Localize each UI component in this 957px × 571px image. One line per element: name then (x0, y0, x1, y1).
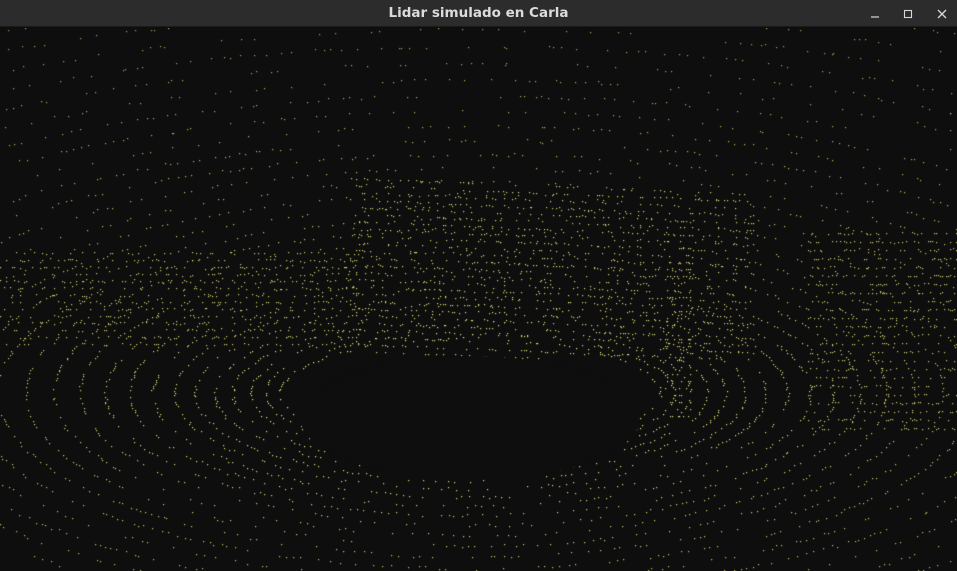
window-title: Lidar simulado en Carla (388, 5, 569, 21)
maximize-button[interactable] (893, 0, 923, 27)
minimize-icon (871, 15, 879, 18)
maximize-icon (903, 9, 913, 18)
app-window: Lidar simulado en Carla (0, 0, 957, 571)
title-bar[interactable]: Lidar simulado en Carla (0, 0, 957, 27)
lidar-point-cloud[interactable] (0, 28, 957, 571)
close-icon (937, 9, 947, 18)
close-button[interactable] (927, 0, 957, 27)
lidar-viewport[interactable] (0, 28, 957, 571)
minimize-button[interactable] (860, 0, 890, 27)
